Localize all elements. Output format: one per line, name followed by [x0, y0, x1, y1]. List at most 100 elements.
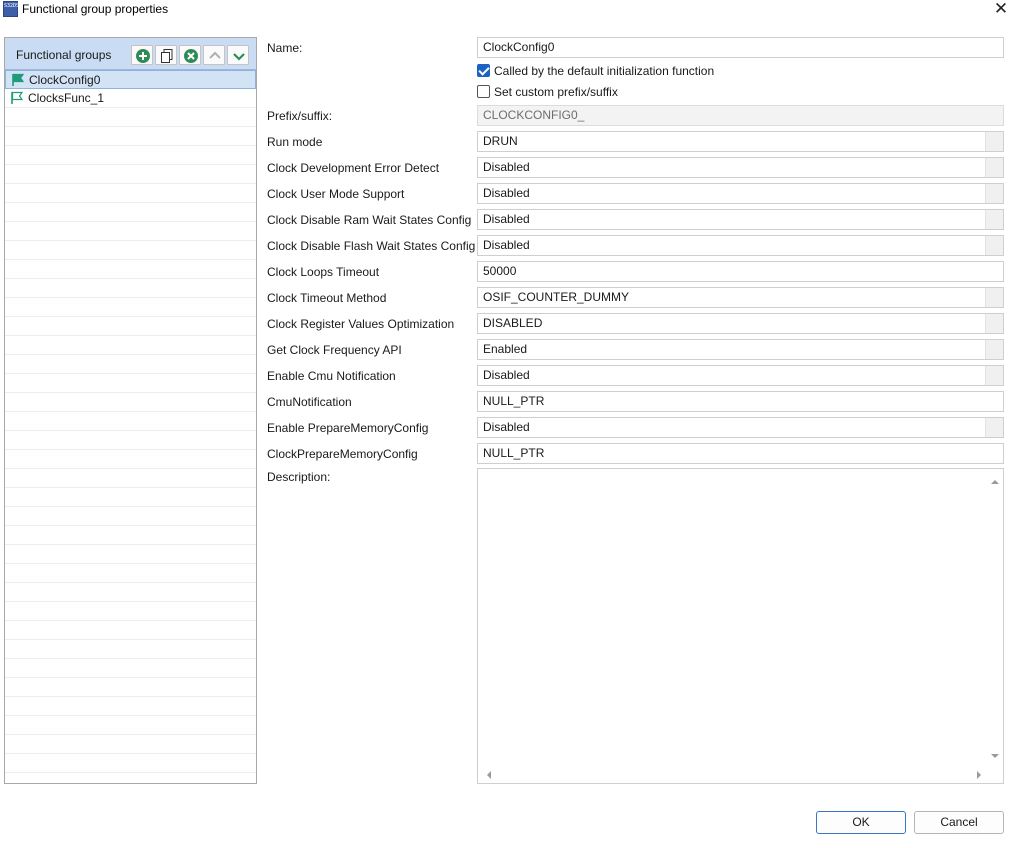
chevron-down-icon [233, 53, 245, 61]
empty-row [5, 431, 256, 450]
empty-row [5, 450, 256, 469]
run-mode-select[interactable]: DRUN [477, 131, 1004, 152]
cmunotification-input[interactable]: NULL_PTR [477, 391, 1004, 412]
enable-preparememoryconfig-label: Enable PrepareMemoryConfig [267, 421, 429, 435]
empty-row [5, 336, 256, 355]
empty-row [5, 526, 256, 545]
enable-cmu-notification-label: Enable Cmu Notification [267, 369, 396, 383]
window-title: Functional group properties [22, 2, 169, 16]
description-textarea[interactable] [477, 468, 1004, 784]
scroll-down-icon[interactable] [988, 749, 1002, 763]
empty-row [5, 507, 256, 526]
empty-row [5, 773, 256, 783]
flag-icon [12, 73, 25, 86]
empty-row [5, 735, 256, 754]
empty-row [5, 545, 256, 564]
clock-disable-ram-wait-states-config-select[interactable]: Disabled [477, 209, 1004, 230]
enable-cmu-notification-select[interactable]: Disabled [477, 365, 1004, 386]
empty-row [5, 716, 256, 735]
dropdown-button[interactable] [985, 210, 1003, 229]
run-mode-label: Run mode [267, 135, 323, 149]
empty-row [5, 108, 256, 127]
empty-row [5, 317, 256, 336]
clock-disable-flash-wait-states-config-label: Clock Disable Flash Wait States Config [267, 239, 476, 253]
clock-timeout-method-select[interactable]: OSIF_COUNTER_DUMMY [477, 287, 1004, 308]
flag-icon [11, 91, 24, 104]
dropdown-button[interactable] [985, 340, 1003, 359]
empty-row [5, 583, 256, 602]
empty-row [5, 469, 256, 488]
functional-groups-header: Functional groups [5, 38, 256, 70]
empty-row [5, 564, 256, 583]
ok-button[interactable]: OK [816, 811, 906, 834]
called-by-default-checkbox[interactable]: Called by the default initialization fun… [477, 64, 714, 78]
clock-user-mode-support-value: Disabled [483, 186, 530, 200]
name-input[interactable]: ClockConfig0 [477, 37, 1004, 58]
get-clock-frequency-api-select[interactable]: Enabled [477, 339, 1004, 360]
scroll-left-icon[interactable] [482, 768, 496, 782]
empty-row [5, 754, 256, 773]
scroll-up-icon[interactable] [988, 475, 1002, 489]
clock-user-mode-support-label: Clock User Mode Support [267, 187, 405, 201]
move-down-button[interactable] [227, 45, 249, 65]
dropdown-button[interactable] [985, 132, 1003, 151]
clockpreparememoryconfig-input[interactable]: NULL_PTR [477, 443, 1004, 464]
cmunotification-value: NULL_PTR [483, 394, 545, 408]
clock-development-error-detect-value: Disabled [483, 160, 530, 174]
empty-row [5, 203, 256, 222]
called-by-default-label: Called by the default initialization fun… [494, 64, 715, 78]
dropdown-button[interactable] [985, 288, 1003, 307]
empty-row [5, 659, 256, 678]
clock-disable-ram-wait-states-config-value: Disabled [483, 212, 530, 226]
empty-row [5, 241, 256, 260]
remove-group-button[interactable] [179, 45, 201, 65]
enable-preparememoryconfig-value: Disabled [483, 420, 530, 434]
description-horizontal-scrollbar[interactable] [478, 766, 987, 783]
dropdown-button[interactable] [985, 314, 1003, 333]
enable-preparememoryconfig-select[interactable]: Disabled [477, 417, 1004, 438]
dropdown-button[interactable] [985, 236, 1003, 255]
empty-row [5, 621, 256, 640]
clock-loops-timeout-input[interactable]: 50000 [477, 261, 1004, 282]
empty-row [5, 640, 256, 659]
clock-register-values-optimization-value: DISABLED [483, 316, 543, 330]
scroll-right-icon[interactable] [972, 768, 986, 782]
group-item-label: ClocksFunc_1 [28, 91, 105, 105]
clock-disable-flash-wait-states-config-select[interactable]: Disabled [477, 235, 1004, 256]
get-clock-frequency-api-label: Get Clock Frequency API [267, 343, 402, 357]
clock-disable-flash-wait-states-config-value: Disabled [483, 238, 530, 252]
description-vertical-scrollbar[interactable] [986, 469, 1003, 766]
functional-groups-panel: Functional groups ClockConfig0 ClocksFun… [4, 37, 257, 784]
cancel-button[interactable]: Cancel [914, 811, 1004, 834]
dropdown-button[interactable] [985, 366, 1003, 385]
empty-row [5, 222, 256, 241]
chevron-up-icon [209, 51, 221, 59]
clock-user-mode-support-select[interactable]: Disabled [477, 183, 1004, 204]
move-up-button[interactable] [203, 45, 225, 65]
clock-register-values-optimization-select[interactable]: DISABLED [477, 313, 1004, 334]
dropdown-button[interactable] [985, 158, 1003, 177]
close-icon[interactable]: ✕ [991, 0, 1011, 19]
add-circle-icon [136, 49, 150, 63]
checkbox-box-icon[interactable] [477, 85, 490, 98]
dropdown-button[interactable] [985, 184, 1003, 203]
copy-group-button[interactable] [155, 45, 177, 65]
custom-prefix-checkbox[interactable]: Set custom prefix/suffix [477, 85, 618, 99]
clock-timeout-method-value: OSIF_COUNTER_DUMMY [483, 290, 630, 304]
clock-development-error-detect-label: Clock Development Error Detect [267, 161, 440, 175]
dropdown-button[interactable] [985, 418, 1003, 437]
prefix-input: CLOCKCONFIG0_ [477, 105, 1004, 126]
group-item[interactable]: ClocksFunc_1 [5, 89, 256, 108]
empty-row [5, 602, 256, 621]
clock-development-error-detect-select[interactable]: Disabled [477, 157, 1004, 178]
functional-groups-list: ClockConfig0 ClocksFunc_1 [5, 70, 256, 783]
checkbox-check-icon[interactable] [477, 64, 490, 77]
add-group-button[interactable] [131, 45, 153, 65]
clock-register-values-optimization-label: Clock Register Values Optimization [267, 317, 455, 331]
empty-row [5, 127, 256, 146]
clock-disable-ram-wait-states-config-label: Clock Disable Ram Wait States Config [267, 213, 472, 227]
clockpreparememoryconfig-label: ClockPrepareMemoryConfig [267, 447, 418, 461]
group-item[interactable]: ClockConfig0 [5, 70, 256, 89]
empty-row [5, 146, 256, 165]
custom-prefix-label: Set custom prefix/suffix [494, 85, 618, 99]
